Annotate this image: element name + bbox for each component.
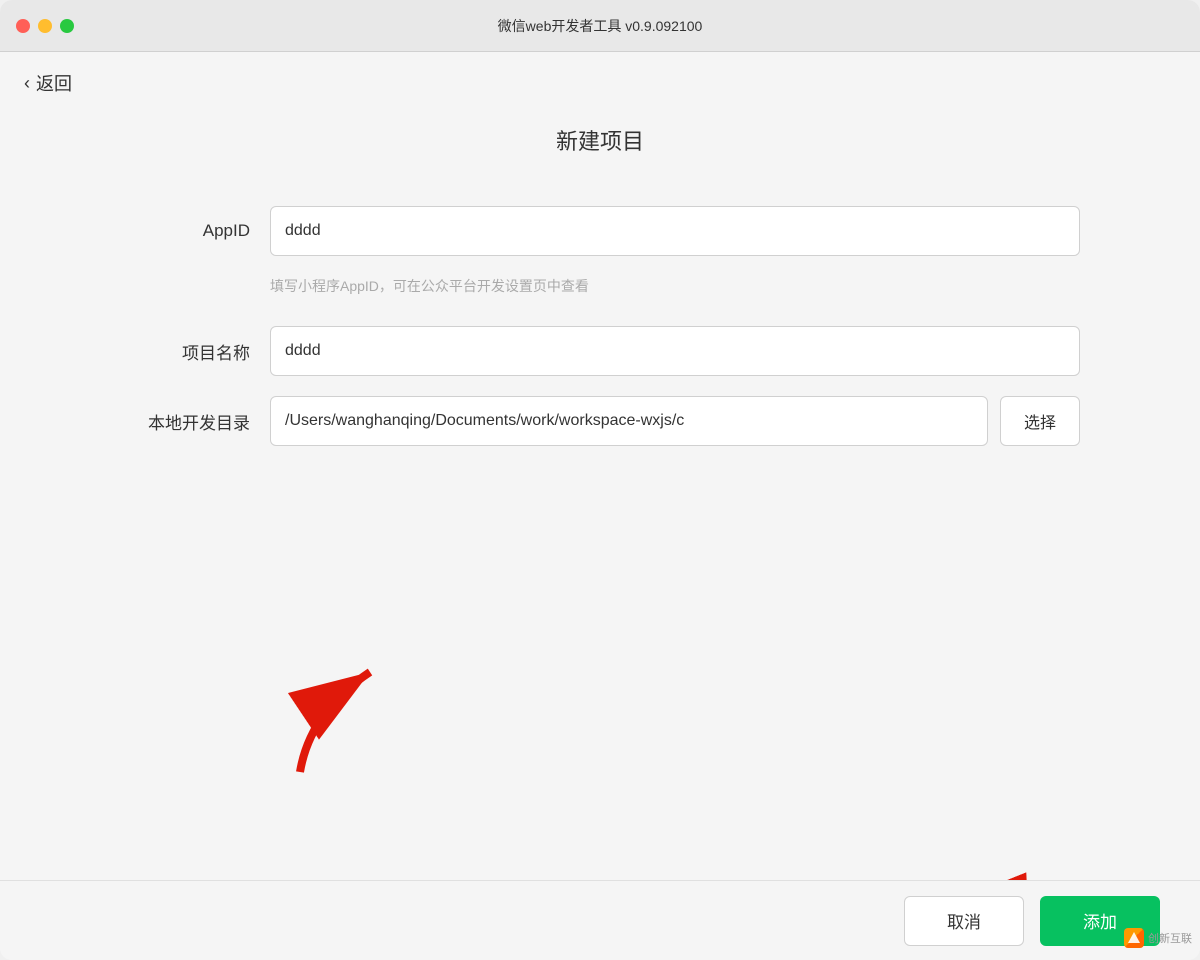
close-button[interactable]	[16, 19, 30, 33]
watermark: 创新互联	[1124, 928, 1192, 948]
page-title: 新建项目	[0, 124, 1200, 156]
local-dir-input[interactable]	[270, 396, 988, 446]
form: AppID 填写小程序AppID，可在公众平台开发设置页中查看 项目名称 本地开…	[0, 206, 1200, 466]
maximize-button[interactable]	[60, 19, 74, 33]
appid-row: AppID	[120, 206, 1080, 256]
project-name-label: 项目名称	[120, 339, 250, 364]
dir-row: 选择	[270, 396, 1080, 446]
project-name-input[interactable]	[270, 326, 1080, 376]
minimize-button[interactable]	[38, 19, 52, 33]
bottom-bar: 取消 添加	[0, 880, 1200, 960]
content-area: ‹ 返回 新建项目 AppID 填写小程序AppID，可在公众平台开发设置页中查…	[0, 52, 1200, 960]
watermark-text: 创新互联	[1148, 930, 1192, 946]
title-bar: 微信web开发者工具 v0.9.092100	[0, 0, 1200, 52]
project-name-row: 项目名称	[120, 326, 1080, 376]
window-title: 微信web开发者工具 v0.9.092100	[498, 16, 703, 36]
back-label: 返回	[36, 70, 72, 96]
annotation-arrow-1	[270, 652, 410, 787]
appid-hint: 填写小程序AppID，可在公众平台开发设置页中查看	[270, 276, 589, 296]
app-window: 微信web开发者工具 v0.9.092100 ‹ 返回 新建项目 AppID 填…	[0, 0, 1200, 960]
cancel-button[interactable]: 取消	[904, 896, 1024, 946]
appid-input[interactable]	[270, 206, 1080, 256]
local-dir-row: 本地开发目录 选择	[120, 396, 1080, 446]
watermark-logo	[1124, 928, 1144, 948]
traffic-lights	[16, 19, 74, 33]
hint-row: 填写小程序AppID，可在公众平台开发设置页中查看	[120, 276, 1080, 296]
select-dir-button[interactable]: 选择	[1000, 396, 1080, 446]
back-arrow-icon: ‹	[24, 73, 30, 94]
local-dir-label: 本地开发目录	[120, 409, 250, 434]
back-button[interactable]: ‹ 返回	[0, 52, 96, 114]
appid-label: AppID	[120, 221, 250, 241]
